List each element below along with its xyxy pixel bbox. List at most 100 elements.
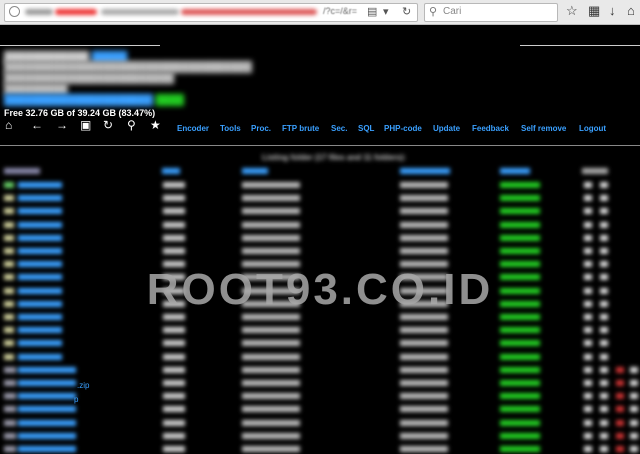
table-cell [600,327,608,334]
refresh-icon[interactable]: ↻ [103,119,113,131]
table-row [0,180,640,190]
bookmark-icon[interactable]: ★ [150,119,161,131]
table-cell [500,221,540,228]
reload-icon[interactable]: ↻ [402,6,411,19]
listing-title: Listing folder (17 files and 11 folders)… [262,153,407,162]
table-cell [4,406,16,413]
table-header [0,168,640,176]
server-info-line: █████████████████████ ████ [4,95,184,106]
table-cell [163,393,185,400]
table-cell [630,393,638,400]
search-icon: ⚲ [429,6,438,18]
table-cell [584,393,592,400]
table-cell [4,327,14,334]
nav-encoder[interactable]: Encoder [177,124,209,133]
search-input[interactable]: Cari [443,6,461,17]
home-icon[interactable]: ⌂ [5,119,12,131]
table-cell [242,327,300,334]
table-cell [163,327,185,334]
file-ext-zip: .zip [77,381,90,390]
nav-logout[interactable]: Logout [579,124,606,133]
table-cell [500,406,540,413]
table-cell [400,419,448,426]
table-cell [600,419,608,426]
watermark-text: ROOT93.CO.ID [146,265,494,314]
table-cell [500,446,540,452]
browser-toolbar: /?c=/&r= ▤ ▾ ↻ ⚲ Cari ☆ ▦ ↓ ⌂ [0,0,640,25]
table-cell [630,446,638,452]
nav-update[interactable]: Update [433,124,460,133]
server-info-line: █████████ [4,84,68,95]
table-cell [4,393,16,400]
table-cell [616,366,624,373]
dropdown-icon[interactable]: ▾ [383,6,389,19]
table-row [0,391,640,401]
table-cell [4,182,14,188]
table-cell [400,248,448,254]
table-cell [630,419,638,426]
table-cell [18,248,62,254]
table-cell [163,353,185,360]
library-icon[interactable]: ▦ [588,3,600,19]
table-cell [400,406,448,413]
nav-ftp-brute[interactable]: FTP brute [282,124,319,133]
table-cell [163,366,185,373]
table-cell [400,446,448,452]
table-cell [600,406,608,413]
url-text-blurred [25,9,53,15]
table-cell [400,393,448,400]
disk-free-text: Free 32.76 GB of 39.24 GB (83.47%) [4,108,156,118]
table-cell [584,208,592,215]
table-cell [4,340,14,347]
server-info-line: ████████████████████████ [4,73,175,84]
search-box[interactable]: ⚲ Cari [424,3,558,22]
bookmark-star-icon[interactable]: ☆ [566,3,578,19]
nav-proc[interactable]: Proc. [251,124,271,133]
table-cell [600,380,608,386]
folder-icon[interactable]: ▣ [80,119,91,131]
nav-php-code[interactable]: PHP-code [384,124,422,133]
table-cell [242,208,300,215]
reader-view-icon[interactable]: ▤ [367,6,377,19]
table-cell [4,432,16,439]
nav-feedback[interactable]: Feedback [472,124,509,133]
table-cell [400,195,448,202]
table-cell [500,182,540,188]
table-cell [400,380,448,386]
table-cell [584,419,592,426]
table-cell [600,195,608,202]
table-cell [4,353,14,360]
table-cell [4,366,16,373]
table-cell [500,234,540,241]
table-row [0,206,640,216]
table-cell [18,446,76,452]
nav-sql[interactable]: SQL [358,124,374,133]
table-cell [242,446,300,452]
url-bar[interactable]: /?c=/&r= ▤ ▾ ↻ [4,3,418,22]
nav-tools[interactable]: Tools [220,124,241,133]
download-icon[interactable]: ↓ [609,3,616,19]
nav-self-remove[interactable]: Self remove [521,124,566,133]
table-cell [500,380,540,386]
table-cell [18,353,62,360]
table-cell [163,221,185,228]
table-cell [163,406,185,413]
table-cell [163,234,185,241]
table-cell [500,353,540,360]
table-cell [616,406,624,413]
table-row [0,338,640,348]
forward-arrow-icon[interactable]: → [56,119,68,131]
table-cell [18,380,76,386]
table-cell [163,419,185,426]
table-cell [616,446,624,452]
table-cell [600,208,608,215]
table-row [0,404,640,414]
home-icon[interactable]: ⌂ [627,3,635,19]
table-cell [163,432,185,439]
back-arrow-icon[interactable]: ← [31,119,43,131]
search-icon[interactable]: ⚲ [127,119,136,131]
table-cell [242,393,300,400]
table-cell [4,248,14,254]
table-cell [163,182,185,188]
nav-sec[interactable]: Sec. [331,124,347,133]
